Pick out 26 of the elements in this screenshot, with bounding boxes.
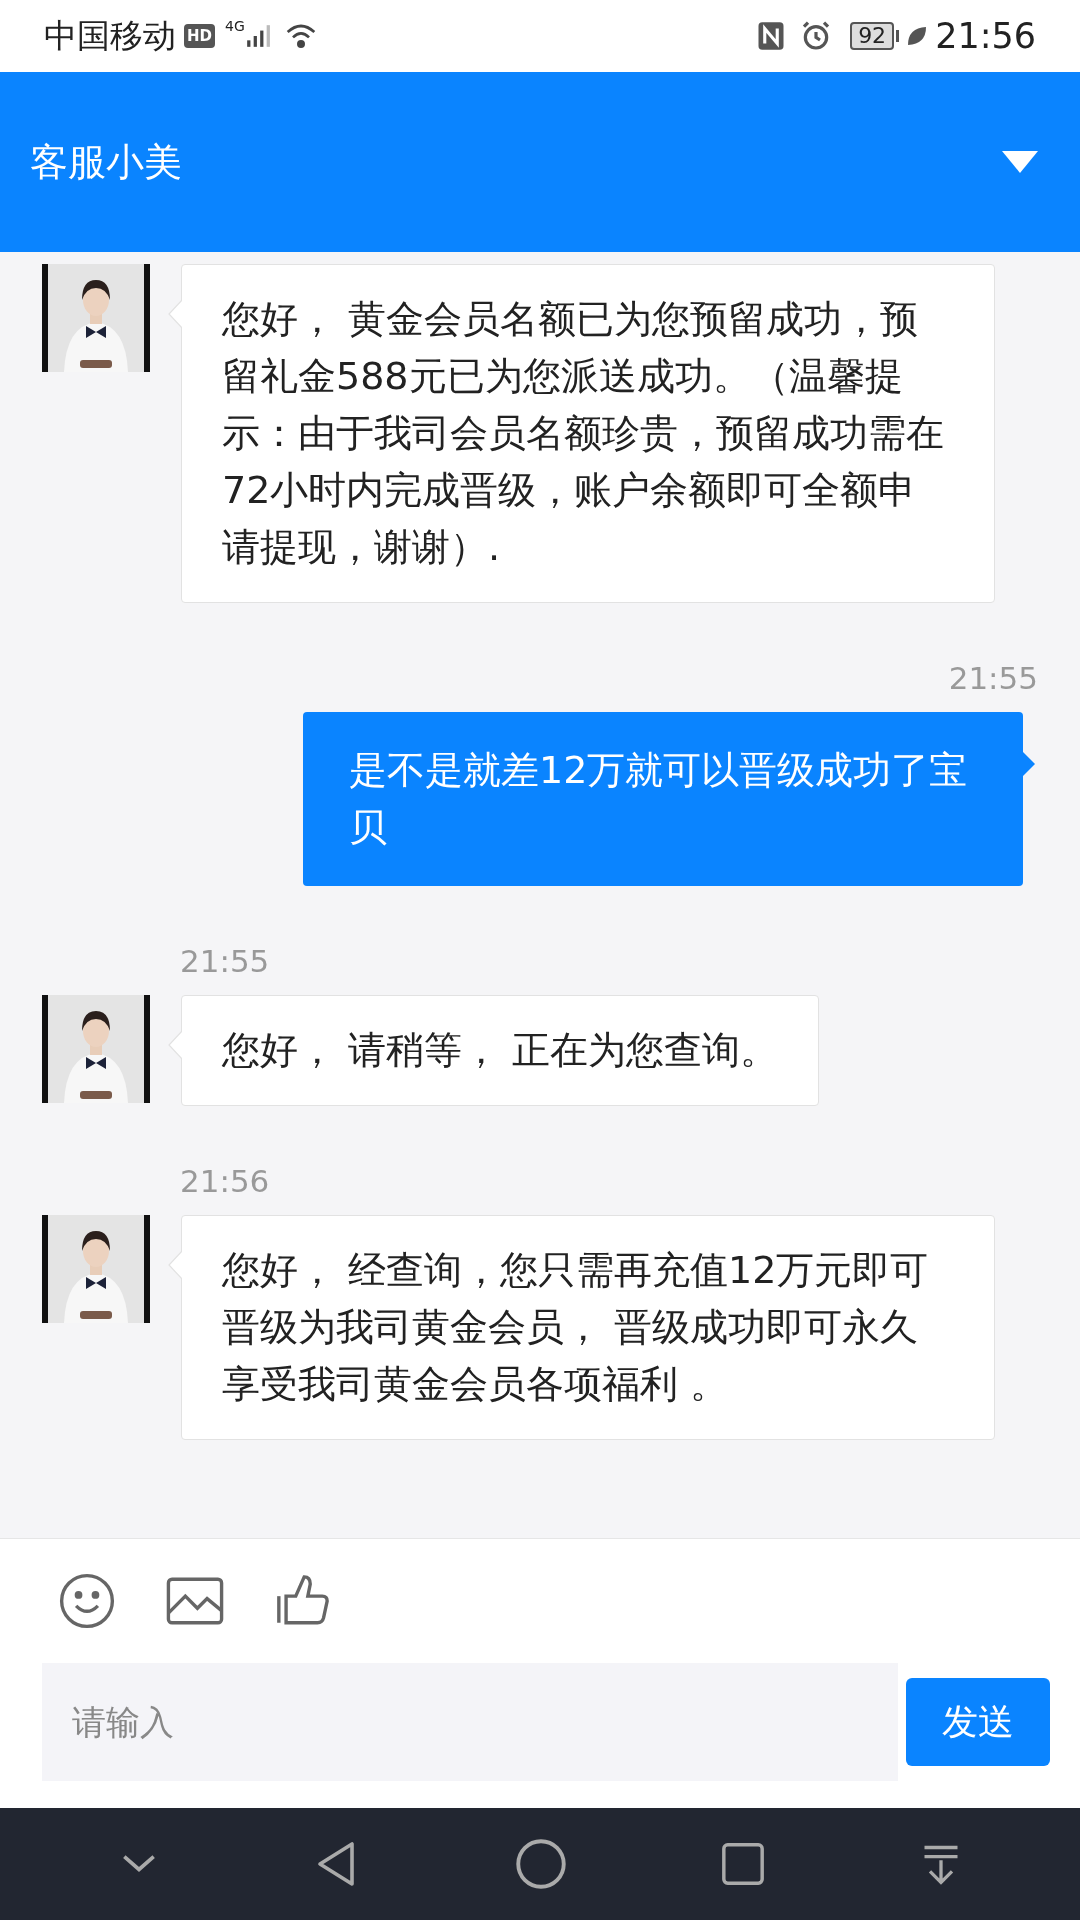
- dropdown-icon[interactable]: [1002, 151, 1038, 173]
- message-time: 21:55: [948, 663, 1038, 694]
- send-button[interactable]: 发送: [906, 1678, 1050, 1766]
- emoji-icon[interactable]: [58, 1572, 116, 1630]
- bubble-tail: [168, 300, 182, 328]
- message-input[interactable]: 请输入: [42, 1663, 899, 1781]
- clock-time: 21:56: [935, 14, 1036, 58]
- nfc-icon: [756, 20, 787, 52]
- battery-indicator: 92: [850, 22, 895, 50]
- carrier-name: 中国移动: [44, 15, 176, 58]
- hd-badge: HD: [184, 24, 215, 48]
- message-bubble: 您好， 请稍等， 正在为您查询。: [181, 995, 820, 1106]
- recents-icon[interactable]: [720, 1841, 767, 1887]
- bubble-tail: [168, 1031, 182, 1059]
- network-label: 4G: [225, 17, 245, 36]
- chat-title: 客服小美: [30, 138, 183, 186]
- image-icon[interactable]: [166, 1576, 224, 1626]
- message-bubble: 您好， 黄金会员名额已为您预留成功，预留礼金588元已为您派送成功。（温馨提示：由于我司会员名额珍贵，预留成功需在72小时内完成晋级，账户余额即可全额申请提现，谢谢）.: [181, 264, 995, 603]
- bubble-tail: [168, 1251, 182, 1279]
- bubble-tail: [1023, 752, 1035, 776]
- message-time: 21:55: [180, 946, 271, 977]
- message-time: 21:56: [180, 1166, 271, 1197]
- home-icon[interactable]: [514, 1838, 567, 1890]
- signal-icon: [244, 22, 271, 50]
- message-bubble: 您好， 经查询，您只需再充值12万元即可晋级为我司黄金会员， 晋级成功即可永久享受我司黄金会员各项福利 。: [181, 1215, 995, 1440]
- message-bubble: 是不是就差12万就可以晋级成功了宝贝: [303, 712, 1023, 886]
